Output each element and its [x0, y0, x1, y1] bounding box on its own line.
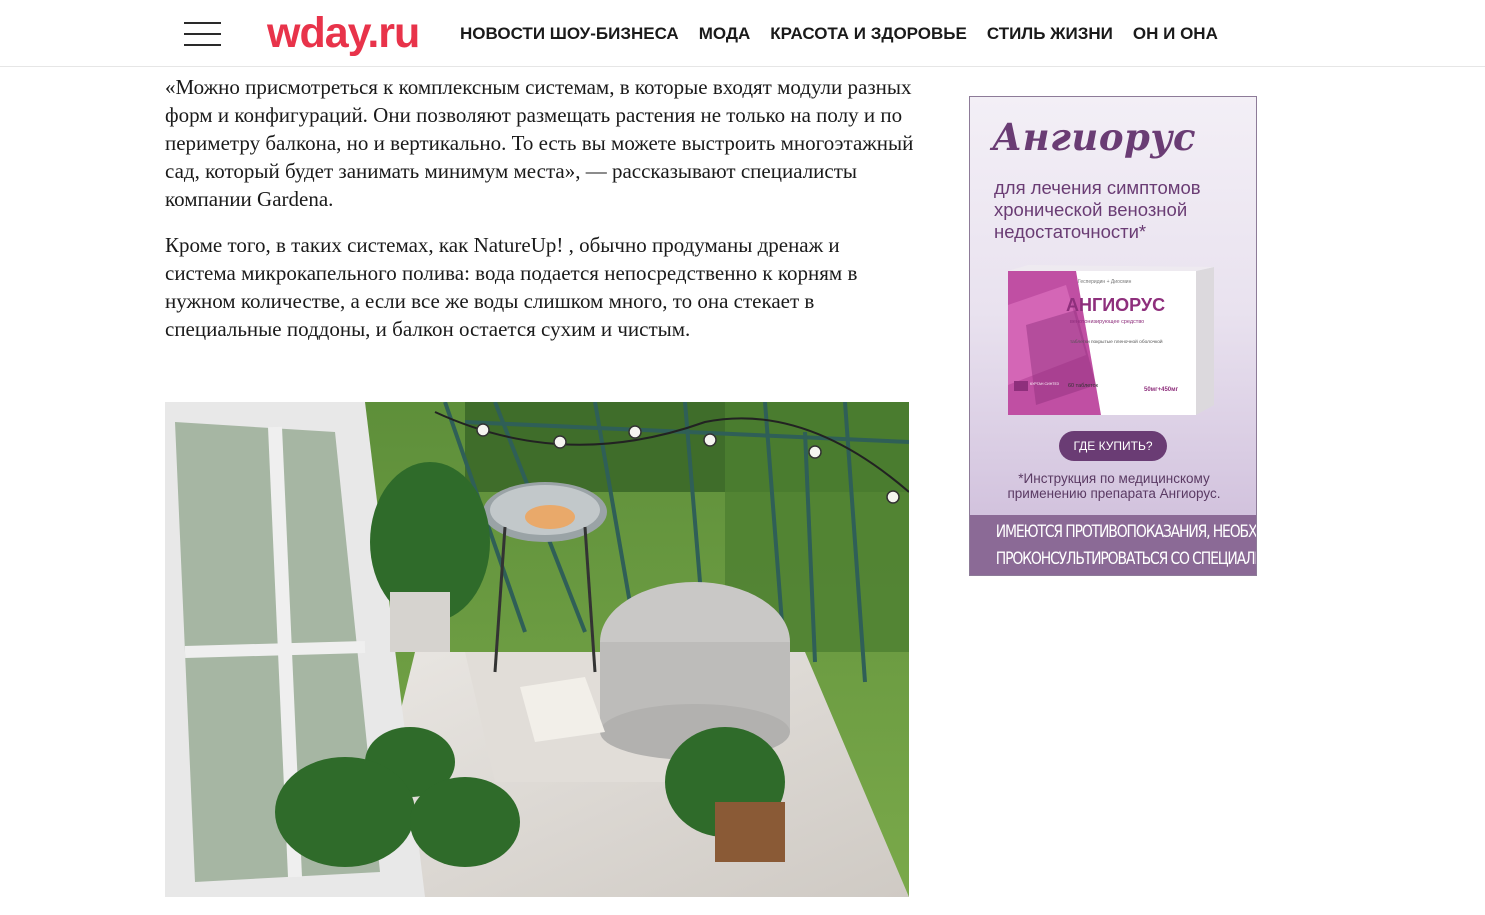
- ad-footnote: *Инструкция по медицинскому применению п…: [1007, 471, 1221, 501]
- box-form-text: таблетки покрытые пленочной оболочкой: [1070, 338, 1163, 345]
- nav-item-beauty-health[interactable]: КРАСОТА И ЗДОРОВЬЕ: [770, 22, 967, 46]
- box-desc-text: венотонизирующее средство: [1070, 319, 1144, 325]
- ad-subtitle: для лечения симптомов хронической венозн…: [994, 177, 1201, 242]
- main-nav: НОВОСТИ ШОУ-БИЗНЕСА МОДА КРАСОТА И ЗДОРО…: [460, 22, 1238, 46]
- where-to-buy-button[interactable]: ГДЕ КУПИТЬ?: [1059, 431, 1167, 461]
- menu-icon[interactable]: [184, 20, 222, 48]
- ad-brand-title: Ангиорус: [992, 115, 1197, 159]
- site-header: wday.ru НОВОСТИ ШОУ-БИЗНЕСА МОДА КРАСОТА…: [0, 0, 1485, 67]
- photo-caption: [165, 904, 909, 915]
- article-paragraph: Кроме того, в таких системах, как Nature…: [165, 233, 858, 341]
- ad-warning-line: ПРОКОНСУЛЬТИРОВАТЬСЯ СО СПЕЦИАЛИСТОМ: [995, 549, 1256, 569]
- nav-item-showbiz-news[interactable]: НОВОСТИ ШОУ-БИЗНЕСА: [460, 22, 679, 46]
- product-box-image: Гесперидин + Диосмин АНГИОРУС венотонизи…: [1008, 265, 1214, 415]
- box-name-text: АНГИОРУС: [1066, 295, 1165, 315]
- nav-item-fashion[interactable]: МОДА: [699, 22, 751, 46]
- article-paragraph: «Можно присмотреться к комплексным систе…: [165, 75, 914, 211]
- nav-item-he-and-she[interactable]: ОН И ОНА: [1133, 22, 1218, 46]
- box-dose-text: 50мг+450мг: [1144, 387, 1179, 393]
- balcony-photo: [165, 402, 909, 897]
- ad-warning-line: ИМЕЮТСЯ ПРОТИВОПОКАЗАНИЯ, НЕОБХОДИМО: [995, 522, 1257, 542]
- site-logo[interactable]: wday.ru: [267, 8, 420, 58]
- ad-warning: ИМЕЮТСЯ ПРОТИВОПОКАЗАНИЯ, НЕОБХОДИМО ПРО…: [970, 515, 1257, 575]
- box-maker-text: КУРГАН СИНТЕЗ: [1030, 382, 1059, 386]
- ad-banner[interactable]: Ангиорус для лечения симптомов хроническ…: [969, 96, 1257, 576]
- box-count-text: 60 таблеток: [1068, 383, 1099, 389]
- box-inn-text: Гесперидин + Диосмин: [1078, 279, 1132, 285]
- article-body: «Можно присмотреться к комплексным систе…: [165, 73, 915, 361]
- nav-item-lifestyle[interactable]: СТИЛЬ ЖИЗНИ: [987, 22, 1113, 46]
